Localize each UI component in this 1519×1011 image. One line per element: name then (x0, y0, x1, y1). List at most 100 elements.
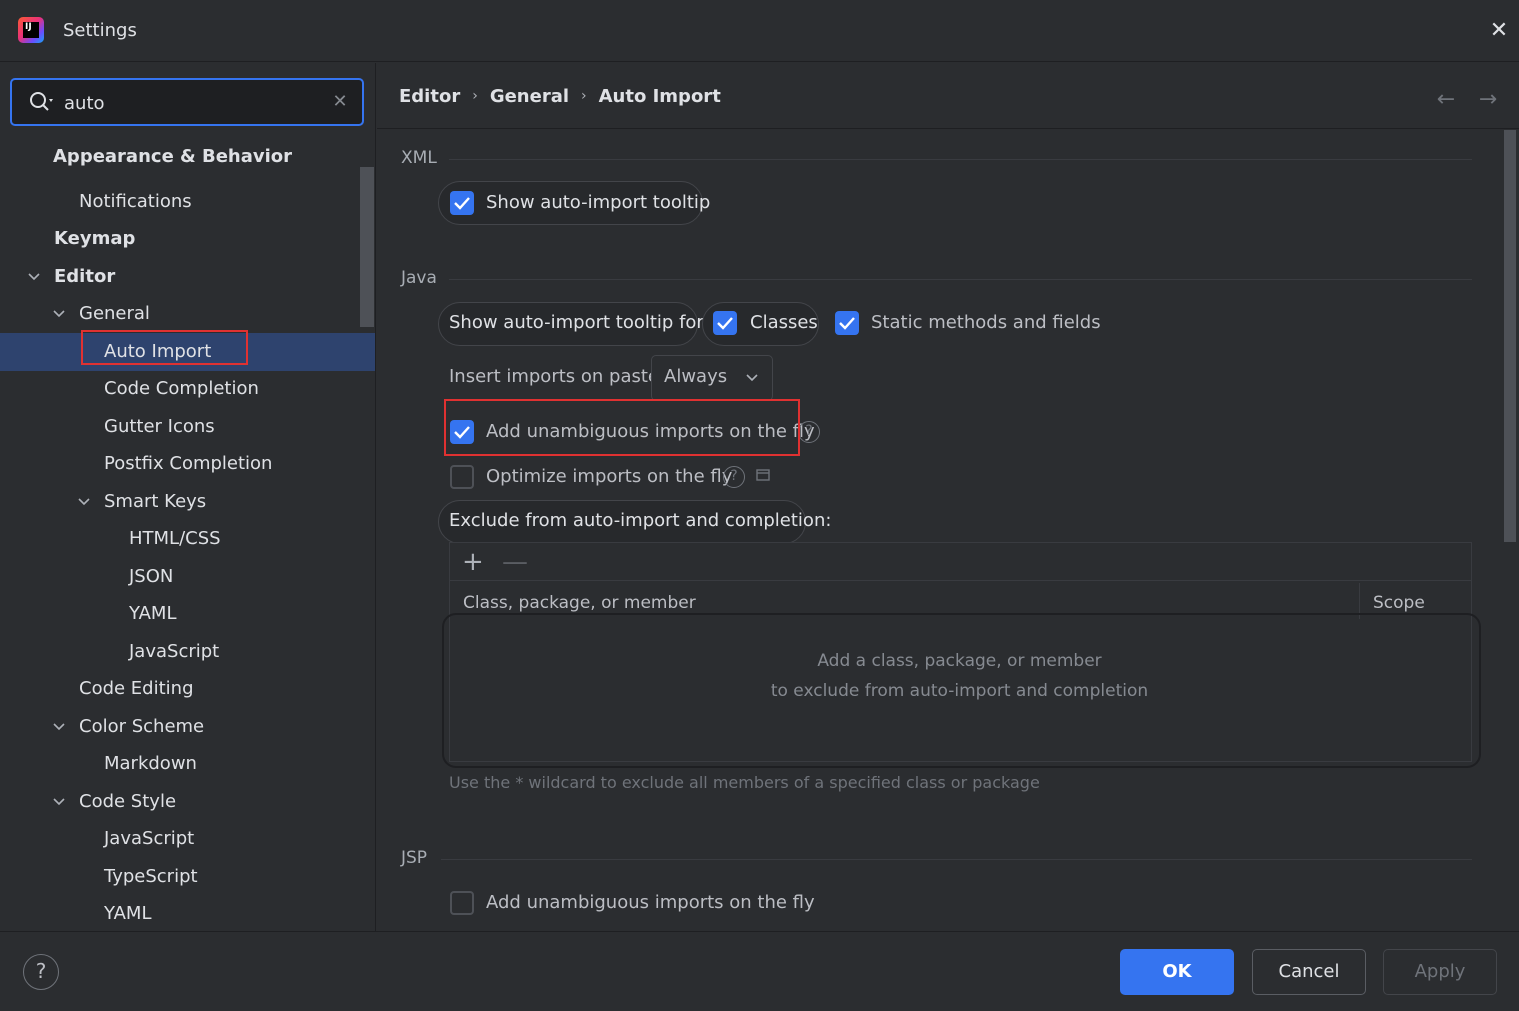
tree-item-label: JavaScript (129, 641, 220, 662)
chevron-right-icon: › (472, 88, 478, 104)
tree-item-code-completion[interactable]: Code Completion (0, 370, 375, 408)
tree-item-yaml[interactable]: YAML (0, 595, 375, 633)
checkmark-icon (454, 197, 470, 210)
tree-item-color-scheme[interactable]: Color Scheme (0, 708, 375, 746)
tree-item-label: Appearance & Behavior (53, 146, 293, 167)
tree-item-markdown[interactable]: Markdown (0, 745, 375, 783)
tree-item-label: General (79, 303, 150, 324)
tree-item-label: YAML (129, 603, 177, 624)
breadcrumb: Editor › General › Auto Import (399, 86, 721, 112)
optimize-imports-checkbox[interactable] (450, 465, 474, 489)
window-icon[interactable] (756, 468, 770, 482)
clear-search-icon[interactable]: ✕ (330, 91, 350, 113)
empty-table-text-line1: Add a class, package, or member (817, 651, 1102, 671)
close-icon[interactable]: ✕ (1488, 20, 1510, 42)
tree-item-code-editing[interactable]: Code Editing (0, 670, 375, 708)
section-title-jsp: JSP (401, 848, 428, 868)
tree-item-label: Markdown (104, 753, 197, 774)
column-header-class[interactable]: Class, package, or member (463, 593, 696, 613)
table-toolbar: + — (450, 543, 1471, 581)
help-icon[interactable]: ? (723, 466, 745, 488)
settings-sidebar: ✕ Appearance & Behavior Notifications Ke… (0, 63, 376, 931)
insert-on-paste-value: Always (664, 366, 728, 387)
section-divider (449, 159, 1472, 160)
highlight-box (444, 399, 800, 456)
tree-item-label: Notifications (79, 191, 192, 212)
tree-item-label: Editor (54, 266, 116, 287)
tree-item-label: JSON (129, 566, 174, 587)
exclude-label: Exclude from auto-import and completion: (449, 510, 832, 531)
tree-item-keymap[interactable]: Keymap (0, 220, 375, 258)
checkmark-icon (717, 317, 733, 330)
tree-item-label: Code Editing (79, 678, 194, 699)
tree-item-smart-keys[interactable]: Smart Keys (0, 483, 375, 521)
back-arrow-icon[interactable]: ← (1434, 88, 1458, 112)
java-static-methods-checkbox[interactable] (835, 311, 859, 335)
help-icon[interactable]: ? (798, 421, 820, 443)
highlight-box (81, 330, 248, 365)
tree-item-javascript[interactable]: JavaScript (0, 633, 375, 671)
optimize-imports-label: Optimize imports on the fly (486, 466, 733, 487)
wildcard-hint: Use the * wildcard to exclude all member… (449, 773, 1040, 792)
empty-table-text-line2: to exclude from auto-import and completi… (770, 681, 1149, 701)
xml-show-tooltip-label: Show auto-import tooltip (486, 192, 711, 213)
remove-icon[interactable]: — (502, 549, 528, 575)
search-box[interactable]: ✕ (10, 78, 364, 126)
apply-button[interactable]: Apply (1383, 949, 1497, 995)
tree-item-postfix-completion[interactable]: Postfix Completion (0, 445, 375, 483)
section-divider (441, 859, 1472, 860)
java-tooltip-for-label: Show auto-import tooltip for: (449, 312, 710, 333)
tree-item-gutter-icons[interactable]: Gutter Icons (0, 408, 375, 446)
help-button[interactable]: ? (23, 954, 59, 990)
tree-item-appearance-behavior[interactable]: Appearance & Behavior (0, 138, 375, 176)
jsp-add-unambiguous-checkbox[interactable] (450, 891, 474, 915)
breadcrumb-item[interactable]: General (490, 86, 569, 107)
search-input[interactable] (64, 89, 324, 117)
tree-item-typescript[interactable]: TypeScript (0, 858, 375, 896)
chevron-down-icon[interactable] (26, 269, 42, 285)
tree-item-html-css[interactable]: HTML/CSS (0, 520, 375, 558)
chevron-down-icon[interactable] (76, 494, 92, 510)
checkmark-icon (839, 317, 855, 330)
search-icon[interactable] (28, 90, 58, 114)
tree-item-label: TypeScript (104, 866, 198, 887)
insert-on-paste-label: Insert imports on paste: (449, 366, 666, 387)
chevron-down-icon[interactable] (51, 306, 67, 322)
content-scrollbar[interactable] (1504, 130, 1516, 542)
tree-item-label: Code Style (79, 791, 177, 812)
add-icon[interactable]: + (462, 549, 484, 575)
tree-item-code-style-javascript[interactable]: JavaScript (0, 820, 375, 858)
tree-item-notifications[interactable]: Notifications (0, 183, 375, 221)
section-title-xml: XML (401, 148, 437, 168)
tree-item-general[interactable]: General (0, 295, 375, 333)
tree-item-editor[interactable]: Editor (0, 258, 375, 296)
breadcrumb-item[interactable]: Editor (399, 86, 460, 107)
sidebar-scrollbar[interactable] (360, 167, 374, 327)
column-header-scope[interactable]: Scope (1373, 593, 1425, 613)
tree-item-label: Smart Keys (104, 491, 207, 512)
window-title: Settings (63, 20, 137, 41)
intellij-logo-icon: IJ (18, 17, 44, 43)
tree-item-code-style[interactable]: Code Style (0, 783, 375, 821)
ok-button[interactable]: OK (1120, 949, 1234, 995)
section-divider (449, 279, 1472, 280)
section-title-java: Java (401, 268, 437, 288)
tree-item-label: Color Scheme (79, 716, 205, 737)
xml-show-tooltip-checkbox[interactable] (450, 191, 474, 215)
cancel-button[interactable]: Cancel (1252, 949, 1366, 995)
java-static-methods-label: Static methods and fields (871, 312, 1101, 333)
chevron-down-icon (746, 374, 758, 382)
tree-item-label: Code Completion (104, 378, 259, 399)
tree-item-label: Keymap (54, 228, 136, 249)
chevron-down-icon[interactable] (51, 794, 67, 810)
forward-arrow-icon[interactable]: → (1476, 88, 1500, 112)
title-bar: IJ Settings ✕ (0, 0, 1519, 62)
tree-item-label: JavaScript (104, 828, 195, 849)
tree-item-label: HTML/CSS (129, 528, 221, 549)
insert-on-paste-dropdown[interactable]: Always (651, 355, 773, 401)
tree-item-label: YAML (104, 903, 152, 924)
tree-item-code-style-yaml[interactable]: YAML (0, 895, 375, 931)
java-classes-checkbox[interactable] (713, 311, 737, 335)
chevron-down-icon[interactable] (51, 719, 67, 735)
tree-item-json[interactable]: JSON (0, 558, 375, 596)
